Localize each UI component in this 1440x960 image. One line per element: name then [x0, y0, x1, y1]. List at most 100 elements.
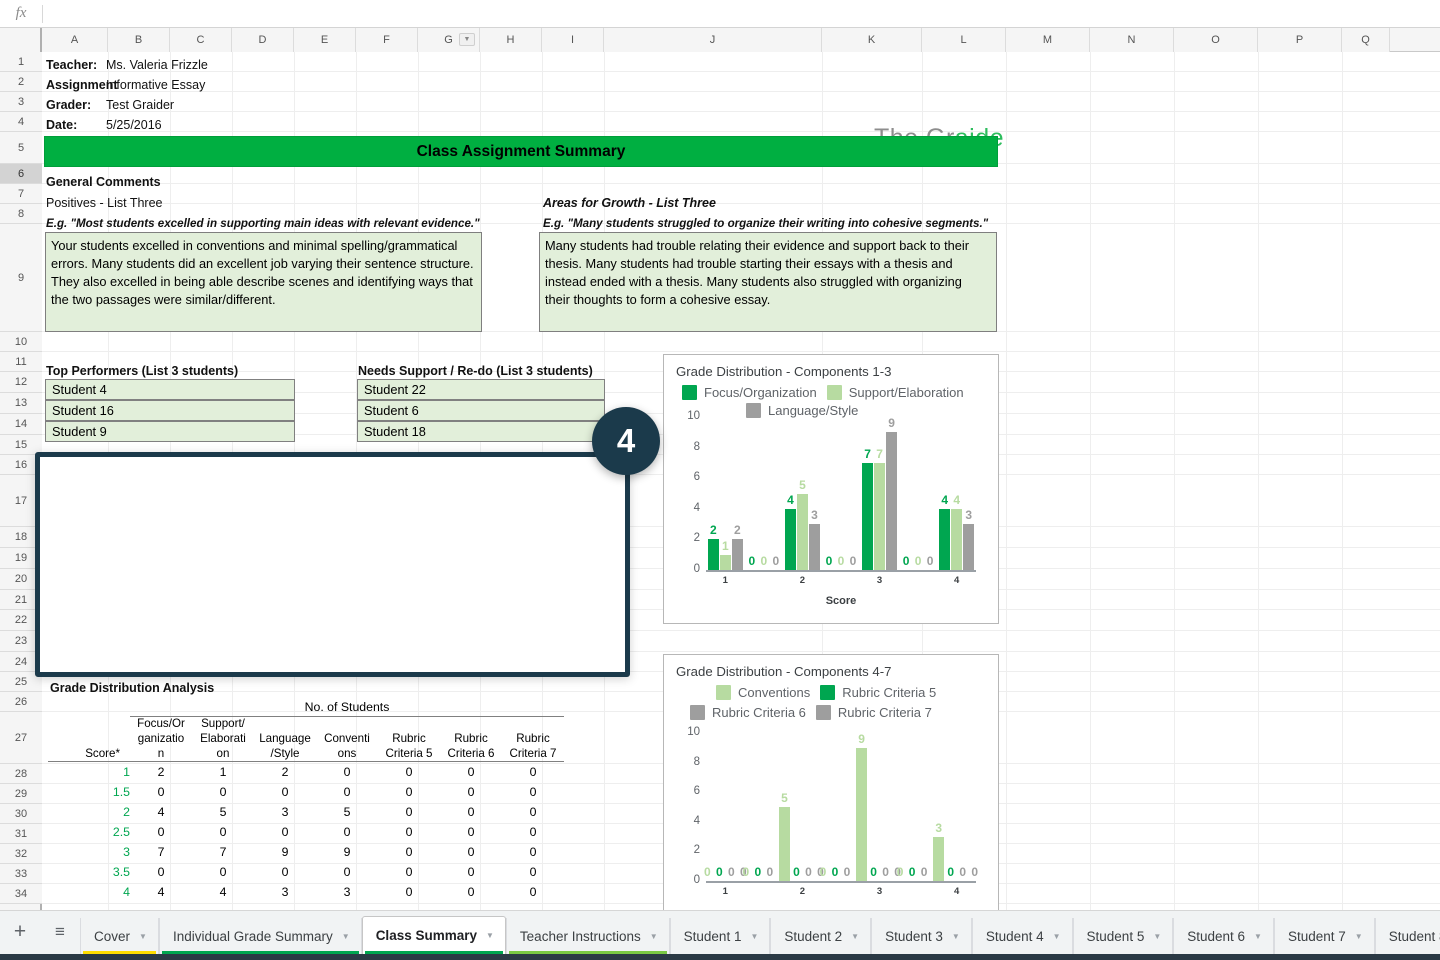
window-bottom-strip	[0, 954, 1440, 960]
top-performer-cell-2[interactable]: Student 16	[45, 400, 295, 421]
chevron-down-icon[interactable]: ▼	[139, 932, 147, 941]
date-label: Date:	[46, 118, 78, 132]
column-header-a[interactable]: A	[42, 28, 108, 52]
row-header-30[interactable]: 30	[0, 804, 42, 824]
row-header-34[interactable]: 34	[0, 884, 42, 904]
chevron-down-icon[interactable]: ▼	[650, 932, 658, 941]
all-sheets-button[interactable]: ≡	[40, 911, 80, 954]
row-header-3[interactable]: 3	[0, 92, 42, 112]
y-axis-tick-label: 8	[693, 440, 700, 453]
sheet-tab-student-6[interactable]: Student 6 ▼	[1173, 918, 1274, 954]
sheet-tab-student-1[interactable]: Student 1 ▼	[669, 918, 771, 954]
needs-support-cell-1[interactable]: Student 22	[357, 379, 605, 400]
sheet-tab-student-5[interactable]: Student 5 ▼	[1072, 918, 1174, 954]
add-sheet-button[interactable]: +	[0, 911, 40, 954]
chevron-down-icon[interactable]: ▼	[851, 932, 859, 941]
chart-components-1-3[interactable]: Grade Distribution - Components 1-3 Focus…	[663, 354, 999, 624]
needs-support-heading: Needs Support / Re-do (List 3 students)	[358, 364, 593, 378]
select-all-corner[interactable]	[0, 28, 42, 52]
sheet-tab-student-2[interactable]: Student 2 ▼	[770, 918, 872, 954]
sheet-tab-student-4[interactable]: Student 4 ▼	[971, 918, 1073, 954]
y-axis-tick-label: 6	[693, 785, 700, 798]
x-axis-tick-label: 4	[954, 575, 960, 586]
column-header-b[interactable]: B	[108, 28, 170, 52]
chevron-down-icon[interactable]: ▼	[750, 932, 758, 941]
row-header-13[interactable]: 13	[0, 393, 42, 414]
row-header-28[interactable]: 28	[0, 764, 42, 784]
needs-support-cell-2[interactable]: Student 6	[357, 400, 605, 421]
gd-column-header: Criteria 6	[440, 746, 502, 763]
sheet-tab-label: Cover	[94, 928, 131, 944]
gridline-vertical	[1090, 52, 1091, 910]
chevron-down-icon[interactable]: ▼	[459, 33, 475, 46]
column-header-c[interactable]: C	[170, 28, 232, 52]
sheet-tab-student-8[interactable]: Student 8▼	[1374, 918, 1440, 954]
gd-cell: 0	[219, 864, 227, 879]
column-header-j[interactable]: J	[604, 28, 822, 52]
formula-input[interactable]	[43, 0, 1440, 27]
column-header-d[interactable]: D	[232, 28, 294, 52]
column-header-o[interactable]: O	[1174, 28, 1258, 52]
row-header-10[interactable]: 10	[0, 332, 42, 352]
column-header-q[interactable]: Q	[1342, 28, 1390, 52]
row-header-6[interactable]: 6	[0, 164, 42, 184]
chart-legend-row: Focus/Organization Support/Elaboration	[672, 385, 964, 400]
column-header-h[interactable]: H	[480, 28, 542, 52]
column-header-f[interactable]: F	[356, 28, 418, 52]
y-axis-tick-label: 0	[693, 563, 700, 575]
row-header-1[interactable]: 1	[0, 52, 42, 72]
row-header-26[interactable]: 26	[0, 692, 42, 712]
column-header-e[interactable]: E	[294, 28, 356, 52]
column-header-m[interactable]: M	[1006, 28, 1090, 52]
sheet-tab-individual-grade-summary[interactable]: Individual Grade Summary ▼	[158, 918, 362, 954]
top-performer-cell-3[interactable]: Student 9	[45, 421, 295, 442]
top-performer-cell-1[interactable]: Student 4	[45, 379, 295, 400]
sheet-tab-bar[interactable]: + ≡ Cover ▼ Individual Grade Summary ▼ Class…	[0, 910, 1440, 954]
row-header-14[interactable]: 14	[0, 414, 42, 435]
legend-label: Focus/Organization	[704, 385, 817, 400]
gd-cell: 0	[343, 864, 351, 879]
row-header-33[interactable]: 33	[0, 864, 42, 884]
chevron-down-icon[interactable]: ▼	[342, 932, 350, 941]
row-header-29[interactable]: 29	[0, 784, 42, 804]
column-header-p[interactable]: P	[1258, 28, 1342, 52]
legend-swatch	[682, 385, 697, 400]
gridline-vertical	[1342, 52, 1343, 910]
needs-support-cell-3[interactable]: Student 18	[357, 421, 605, 442]
row-header-2[interactable]: 2	[0, 72, 42, 92]
grade-distribution-table: No. of Students Focus/Or Support/ganizatio…	[48, 700, 564, 902]
row-header-12[interactable]: 12	[0, 372, 42, 393]
sheet-tab-cover[interactable]: Cover ▼	[80, 918, 159, 954]
row-header-8[interactable]: 8	[0, 204, 42, 224]
column-header-l[interactable]: L	[922, 28, 1006, 52]
chevron-down-icon[interactable]: ▼	[952, 932, 960, 941]
row-header-5[interactable]: 5	[0, 132, 42, 164]
growth-textbox[interactable]: Many students had trouble relating their…	[539, 232, 997, 332]
x-axis-tick-label: 1	[722, 886, 728, 897]
column-header-i[interactable]: I	[542, 28, 604, 52]
gd-row: 4 4 4 3 3 0 0 0	[48, 882, 564, 902]
sheet-tab-student-7[interactable]: Student 7 ▼	[1273, 918, 1375, 954]
chevron-down-icon[interactable]: ▼	[1355, 932, 1363, 941]
gd-cell: 3	[281, 804, 289, 819]
row-header-27[interactable]: 27	[0, 712, 42, 764]
row-header-9[interactable]: 9	[0, 224, 42, 332]
chart-components-4-7[interactable]: Grade Distribution - Components 4-7 Conve…	[663, 654, 999, 910]
positives-textbox[interactable]: Your students excelled in conventions an…	[45, 232, 482, 332]
chevron-down-icon[interactable]: ▼	[486, 931, 494, 940]
row-header-4[interactable]: 4	[0, 112, 42, 132]
sheet-tab-student-3[interactable]: Student 3 ▼	[871, 918, 972, 954]
column-header-n[interactable]: N	[1090, 28, 1174, 52]
row-header-31[interactable]: 31	[0, 824, 42, 844]
sheet-tab-class-summary[interactable]: Class Summary ▼	[361, 916, 506, 954]
row-header-11[interactable]: 11	[0, 352, 42, 372]
chevron-down-icon[interactable]: ▼	[1053, 932, 1061, 941]
row-header-7[interactable]: 7	[0, 184, 42, 204]
callout-badge-4[interactable]: 4	[592, 407, 660, 475]
chevron-down-icon[interactable]: ▼	[1254, 932, 1262, 941]
row-header-32[interactable]: 32	[0, 844, 42, 864]
sheet-tab-teacher-instructions[interactable]: Teacher Instructions ▼	[505, 918, 670, 954]
column-header-g[interactable]: G ▼	[418, 28, 480, 52]
chevron-down-icon[interactable]: ▼	[1153, 932, 1161, 941]
column-header-k[interactable]: K	[822, 28, 922, 52]
